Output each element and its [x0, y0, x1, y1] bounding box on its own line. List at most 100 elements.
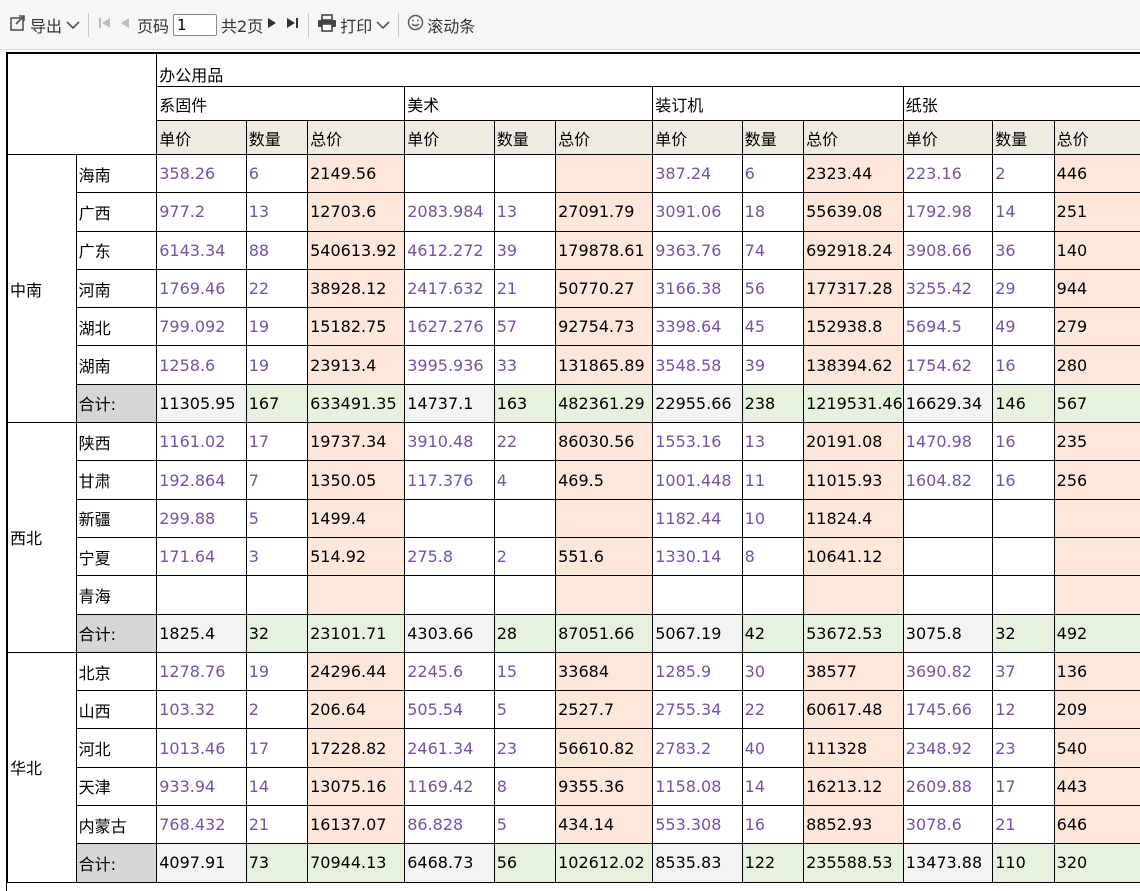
total-price-cell: 2323.44: [804, 155, 904, 193]
next-page-button[interactable]: [263, 10, 281, 40]
unit-price-cell: 2417.632: [405, 269, 494, 307]
print-button[interactable]: 打印: [314, 10, 393, 40]
quantity-cell: 19: [246, 652, 307, 690]
scrollbar-label: 滚动条: [427, 13, 475, 37]
total-price-cell: 20191.08: [804, 423, 904, 461]
total-price-cell: [1054, 576, 1140, 614]
total-price-cell: [804, 576, 904, 614]
subtotal-cell: 28: [494, 614, 555, 652]
quantity-cell: 5: [494, 806, 555, 844]
unit-price-cell: 3091.06: [653, 193, 742, 231]
total-price-cell: 280: [1054, 346, 1140, 384]
province-label: 甘肃: [76, 461, 157, 499]
total-price-cell: 944: [1054, 269, 1140, 307]
total-price-cell: 38577: [804, 652, 904, 690]
table-row: 天津933.941413075.161169.4289355.361158.08…: [8, 767, 1140, 805]
quantity-cell: 22: [246, 269, 307, 307]
export-icon: [9, 14, 27, 36]
total-price-cell: 11015.93: [804, 461, 904, 499]
prev-page-button[interactable]: [116, 10, 134, 40]
quantity-cell: 8: [494, 767, 555, 805]
chevron-down-icon: [376, 15, 390, 34]
unit-price-cell: 358.26: [157, 155, 246, 193]
province-label: 陕西: [76, 423, 157, 461]
unit-price-cell: 768.432: [157, 806, 246, 844]
quantity-cell: 57: [494, 308, 555, 346]
quantity-cell: 19: [246, 308, 307, 346]
quantity-cell: [742, 576, 803, 614]
subtotal-cell: 567: [1054, 384, 1140, 422]
unit-price-cell: 1158.08: [653, 767, 742, 805]
unit-price-cell: 1285.9: [653, 652, 742, 690]
quantity-cell: 13: [742, 423, 803, 461]
prev-page-icon: [119, 15, 131, 34]
subtotal-cell: 482361.29: [556, 384, 653, 422]
toolbar-divider: [398, 13, 399, 37]
quantity-cell: [993, 576, 1054, 614]
corner-cell: [8, 54, 157, 155]
table-row: 广东6143.3488540613.924612.27239179878.619…: [8, 231, 1140, 269]
unit-price-cell: 2245.6: [405, 652, 494, 690]
total-price-cell: 209: [1054, 691, 1140, 729]
unit-price-cell: [157, 576, 246, 614]
subtotal-label: 合计:: [76, 384, 157, 422]
total-price-cell: [1054, 499, 1140, 537]
report-toolbar: 导出 页码 共2页 打印: [0, 0, 1140, 50]
unit-price-cell: 1470.98: [903, 423, 992, 461]
export-button[interactable]: 导出: [6, 10, 83, 40]
quantity-cell: 5: [246, 499, 307, 537]
quantity-cell: 2: [246, 691, 307, 729]
total-price-cell: 131865.89: [556, 346, 653, 384]
quantity-cell: 6: [742, 155, 803, 193]
total-price-cell: 19737.34: [308, 423, 405, 461]
province-label: 内蒙古: [76, 806, 157, 844]
page-number-input[interactable]: [173, 14, 217, 36]
quantity-cell: 2: [993, 155, 1054, 193]
quantity-cell: 45: [742, 308, 803, 346]
measure-header: 总价: [308, 121, 405, 155]
unit-price-cell: [405, 499, 494, 537]
quantity-cell: [993, 537, 1054, 575]
subtotal-cell: 22955.66: [653, 384, 742, 422]
pivot-table: 办公用品 系固件 美术 装订机 纸张 单价数量总价单价数量总价单价数量总价单价数…: [7, 53, 1140, 883]
unit-price-cell: 171.64: [157, 537, 246, 575]
measure-header: 总价: [804, 121, 904, 155]
subtotal-cell: 4097.91: [157, 844, 246, 882]
toolbar-divider: [308, 13, 309, 37]
total-price-cell: 152938.8: [804, 308, 904, 346]
quantity-cell: 13: [246, 193, 307, 231]
total-price-cell: 140: [1054, 231, 1140, 269]
table-row: 河南1769.462238928.122417.6322150770.27316…: [8, 269, 1140, 307]
total-price-cell: 1499.4: [308, 499, 405, 537]
total-price-cell: 1350.05: [308, 461, 405, 499]
last-page-button[interactable]: [281, 10, 303, 40]
page-label: 页码: [137, 13, 169, 37]
first-page-button[interactable]: [94, 10, 116, 40]
quantity-cell: 39: [742, 346, 803, 384]
total-price-cell: 540613.92: [308, 231, 405, 269]
unit-price-cell: 4612.272: [405, 231, 494, 269]
table-row: 广西977.21312703.62083.9841327091.793091.0…: [8, 193, 1140, 231]
total-price-cell: [556, 576, 653, 614]
total-price-cell: 27091.79: [556, 193, 653, 231]
quantity-cell: 12: [993, 691, 1054, 729]
quantity-cell: 14: [246, 767, 307, 805]
scrollbar-toggle[interactable]: 滚动条: [404, 10, 478, 40]
unit-price-cell: 1604.82: [903, 461, 992, 499]
quantity-cell: [494, 499, 555, 537]
total-price-cell: 279: [1054, 308, 1140, 346]
total-price-cell: 60617.48: [804, 691, 904, 729]
total-price-cell: 12703.6: [308, 193, 405, 231]
unit-price-cell: 2461.34: [405, 729, 494, 767]
subtotal-row: 合计:1825.43223101.714303.662887051.665067…: [8, 614, 1140, 652]
total-price-cell: 434.14: [556, 806, 653, 844]
quantity-cell: 29: [993, 269, 1054, 307]
unit-price-cell: 3078.6: [903, 806, 992, 844]
quantity-cell: 17: [246, 423, 307, 461]
total-price-cell: 2149.56: [308, 155, 405, 193]
subtotal-cell: 238: [742, 384, 803, 422]
unit-price-cell: 2609.88: [903, 767, 992, 805]
unit-price-cell: 1001.448: [653, 461, 742, 499]
region-label: 西北: [8, 423, 77, 653]
subtotal-cell: 23101.71: [308, 614, 405, 652]
